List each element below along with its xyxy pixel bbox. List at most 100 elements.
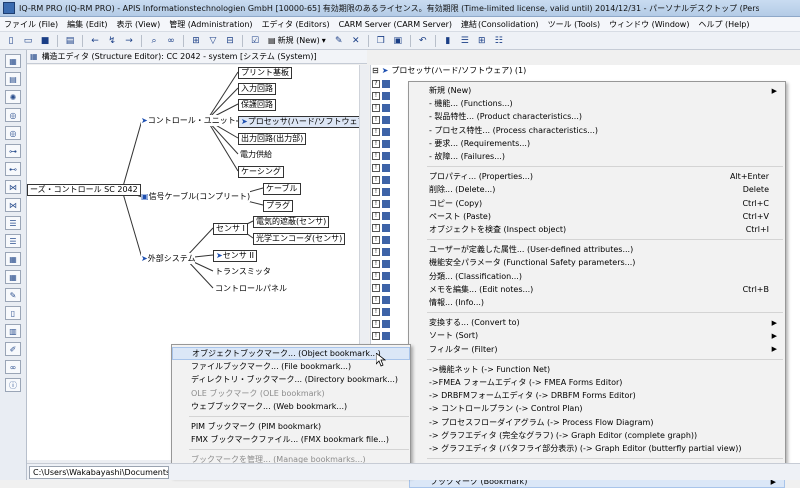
tree-node-plug[interactable]: プラグ xyxy=(263,200,293,212)
network-icon[interactable]: ⋈ xyxy=(5,180,21,194)
menu-carm-server[interactable]: CARM Server (CARM Server) xyxy=(339,20,452,29)
binoculars-icon[interactable]: ∞ xyxy=(5,360,21,374)
object-tree-row[interactable]: ! xyxy=(372,126,408,137)
paste-icon[interactable]: ▣ xyxy=(391,34,405,48)
bookmark-submenu-item[interactable]: FMX ブックマークファイル... (FMX bookmark file...) xyxy=(172,433,410,446)
filter-icon[interactable]: ▽ xyxy=(206,34,220,48)
document-icon[interactable]: ▯ xyxy=(5,306,21,320)
context-menu-item[interactable]: 機能安全パラメータ (Functional Safety parameters.… xyxy=(409,256,785,269)
context-menu-item[interactable]: - 機能... (Functions...) xyxy=(409,97,785,110)
context-menu-item[interactable]: -> グラフエディタ (バタフライ部分表示) (-> Graph Editor … xyxy=(409,442,785,455)
object-tree-row[interactable]: ! xyxy=(372,174,408,185)
object-tree-row[interactable]: ! xyxy=(372,210,408,221)
context-menu-item[interactable]: - 製品特性... (Product characteristics...) xyxy=(409,110,785,123)
bulb-icon[interactable]: ✺ xyxy=(5,90,21,104)
tree-node-cable[interactable]: ケーブル xyxy=(263,183,301,195)
context-menu-item[interactable]: 新規 (New) ▶ xyxy=(409,84,785,97)
object-tree-row[interactable]: ! xyxy=(372,222,408,233)
object-tree-row[interactable]: ! xyxy=(372,306,408,317)
tree-node-output-circuit[interactable]: 出力回路(出力部) xyxy=(238,133,307,145)
edit-icon[interactable]: ✎ xyxy=(5,288,21,302)
tree-node-casing[interactable]: ケーシング xyxy=(238,166,284,178)
context-menu-item[interactable]: メモを編集... (Edit notes...) Ctrl+B xyxy=(409,283,785,296)
info-icon[interactable]: ⓘ xyxy=(5,378,21,392)
tree-node-sensor-2[interactable]: ➤センサ II xyxy=(213,250,257,262)
find-icon[interactable]: ⌕ xyxy=(147,34,161,48)
menu-consolidation[interactable]: (Consolidation) xyxy=(478,20,539,29)
context-menu-item[interactable]: 情報... (Info...) xyxy=(409,296,785,309)
print-icon[interactable]: ▤ xyxy=(63,34,77,48)
new-dropdown[interactable]: ▤ 新規 (New) ▾ xyxy=(265,35,329,46)
object-tree-row[interactable]: ! xyxy=(372,318,408,329)
menu-administration[interactable]: 管理 (Administration) xyxy=(169,19,252,30)
context-menu-item[interactable]: -> DRBFMフォームエディタ (-> DRBFM Forms Editor) xyxy=(409,389,785,402)
context-menu-item[interactable]: -> グラフエディタ (完全なグラフ) (-> Graph Editor (co… xyxy=(409,429,785,442)
binoculars-icon[interactable]: ∞ xyxy=(164,34,178,48)
context-menu-item[interactable]: -> コントロールプラン (-> Control Plan) xyxy=(409,402,785,415)
tree-structure-icon[interactable]: ⊞ xyxy=(475,34,489,48)
undo-icon[interactable]: ↶ xyxy=(416,34,430,48)
list-icon[interactable]: ☰ xyxy=(5,234,21,248)
bookmark-submenu-item[interactable]: ファイルブックマーク... (File bookmark...) xyxy=(172,360,410,373)
context-menu-item[interactable]: オブジェクトを検査 (Inspect object) Ctrl+I xyxy=(409,223,785,236)
tree-node-optical-encoder[interactable]: 光学エンコーダ(センサ) xyxy=(253,233,346,245)
network-icon[interactable]: ⋈ xyxy=(5,198,21,212)
context-menu-item[interactable]: - プロセス特性... (Process characteristics...) xyxy=(409,124,785,137)
tree-node-processor[interactable]: ➤プロセッサ(ハード/ソフトウェア) xyxy=(238,116,359,128)
object-tree-row[interactable]: ! xyxy=(372,162,408,173)
bookmark-submenu-item[interactable]: ディレクトリ・ブックマーク... (Directory bookmark...) xyxy=(172,373,410,386)
hierarchy-icon[interactable]: ⊷ xyxy=(5,162,21,176)
context-menu-item[interactable]: - 要求... (Requirements...) xyxy=(409,137,785,150)
tree-collapse-icon[interactable]: ☷ xyxy=(492,34,506,48)
tree-node-control-panel[interactable]: コントロールパネル xyxy=(215,283,287,294)
tree-expand-icon[interactable]: ☰ xyxy=(458,34,472,48)
context-menu-item[interactable]: ユーザーが定義した属性... (User-defined attributes.… xyxy=(409,243,785,256)
jump-icon[interactable]: ↯ xyxy=(105,34,119,48)
context-menu-item[interactable]: コピー (Copy) Ctrl+C xyxy=(409,197,785,210)
menu-edit[interactable]: 編集 (Edit) xyxy=(67,19,107,30)
chart-icon[interactable]: ▥ xyxy=(5,324,21,338)
delete-icon[interactable]: ✕ xyxy=(349,34,363,48)
context-menu-item[interactable]: ->機能ネット (-> Function Net) xyxy=(409,363,785,376)
object-tree-row[interactable]: ! xyxy=(372,282,408,293)
table-icon[interactable]: ▦ xyxy=(5,252,21,266)
hierarchy-icon[interactable]: ⊶ xyxy=(5,144,21,158)
bookmark-submenu-item[interactable]: オブジェクトブックマーク... (Object bookmark...) xyxy=(172,347,410,360)
object-tree-row[interactable]: ! xyxy=(372,234,408,245)
structure-icon[interactable]: ⊞ xyxy=(189,34,203,48)
object-tree-row[interactable]: ! xyxy=(372,186,408,197)
tree-view-icon[interactable]: ▤ xyxy=(5,72,21,86)
object-tree-row[interactable]: ! xyxy=(372,150,408,161)
context-menu-item[interactable]: -> プロセスフローダイアグラム (-> Process Flow Diagra… xyxy=(409,416,785,429)
context-menu-item[interactable]: 削除... (Delete...) Delete xyxy=(409,183,785,196)
checklist-icon[interactable]: ☑ xyxy=(248,34,262,48)
menu-window[interactable]: ウィンドウ (Window) xyxy=(609,19,689,30)
back-arrow-icon[interactable]: ← xyxy=(88,34,102,48)
structure-view-icon[interactable]: ▦ xyxy=(5,54,21,68)
tree-node-signal-cable[interactable]: ▣信号ケーブル(コンプリート) xyxy=(141,191,251,202)
tree-node-external-system[interactable]: ➤外部システム xyxy=(141,253,196,264)
tree-node-input-circuit[interactable]: 入力回路 xyxy=(238,83,276,95)
object-tree-row[interactable]: ? xyxy=(372,78,408,89)
menu-help[interactable]: ヘルプ (Help) xyxy=(698,19,749,30)
menu-editors[interactable]: エディタ (Editors) xyxy=(262,19,330,30)
copy-icon[interactable]: ❐ xyxy=(374,34,388,48)
object-tree-row[interactable]: ! xyxy=(372,90,408,101)
tree-node-transmitter[interactable]: トランスミッタ xyxy=(215,266,271,277)
tree-node-electric-breaker[interactable]: 電気的遮蔽(センサ) xyxy=(253,216,330,228)
tree-node-root[interactable]: ーズ・コントロール SC 2042 xyxy=(27,184,141,196)
context-menu-item[interactable]: 変換する... (Convert to) ▶ xyxy=(409,316,785,329)
save-icon[interactable]: ■ xyxy=(38,34,52,48)
object-tree-row[interactable]: ! xyxy=(372,294,408,305)
object-tree-row[interactable]: ! xyxy=(372,114,408,125)
pen-icon[interactable]: ✎ xyxy=(332,34,346,48)
list-icon[interactable]: ☰ xyxy=(5,216,21,230)
expand-icon[interactable]: ⊟ xyxy=(372,66,379,75)
context-menu-item[interactable]: 分類... (Classification...) xyxy=(409,270,785,283)
object-tree-row[interactable]: ! xyxy=(372,198,408,209)
menu-view[interactable]: 表示 (View) xyxy=(116,19,160,30)
bookmark-submenu-item[interactable]: PIM ブックマーク (PIM bookmark) xyxy=(172,420,410,433)
context-menu-item[interactable]: ソート (Sort) ▶ xyxy=(409,329,785,342)
object-tree-row[interactable]: ! xyxy=(372,330,408,341)
object-tree-row[interactable]: ! xyxy=(372,246,408,257)
